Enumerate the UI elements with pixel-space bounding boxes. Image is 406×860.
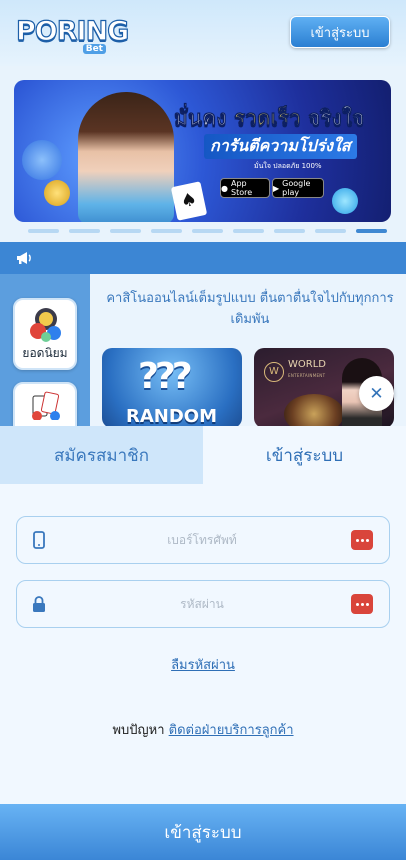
banner-small-text: มั่นใจ ปลอดภัย 100%	[254, 162, 322, 170]
google-play-label: Google play	[282, 179, 311, 197]
game-tile-random[interactable]: ??? RANDOM	[102, 348, 242, 428]
game-title: RANDOM	[126, 406, 218, 427]
logo-sub: Bet	[82, 44, 106, 54]
auth-tabs: สมัครสมาชิก เข้าสู่ระบบ	[0, 426, 406, 484]
password-input[interactable]	[57, 581, 347, 627]
banner-headline-3: จริงใจ	[308, 106, 365, 131]
poker-chip-decoration	[22, 140, 62, 180]
playing-cards-icon	[29, 390, 63, 428]
lock-icon	[31, 595, 47, 613]
carousel-dot[interactable]	[151, 229, 182, 233]
play-icon: ▶	[273, 183, 280, 193]
carousel-dot[interactable]	[28, 229, 59, 233]
banner-headline-2: รวดเร็ว	[233, 106, 301, 131]
contact-support-link[interactable]: ติดต่อฝ่ายบริการลูกค้า	[169, 723, 294, 738]
roulette-image	[284, 394, 344, 428]
poring-logo[interactable]: PORING Bet	[14, 10, 130, 56]
phone-field	[16, 516, 390, 564]
game-content: คาสิโนออนไลน์เต็มรูปแบบ ตื่นตาตื่นใจไปกั…	[90, 274, 406, 428]
help-text: พบปัญหา	[112, 723, 165, 738]
carousel-dot[interactable]	[233, 229, 264, 233]
tab-register[interactable]: สมัครสมาชิก	[0, 426, 203, 484]
carousel-dots	[28, 229, 387, 233]
game-title: WORLD	[288, 359, 326, 370]
coin-decoration	[44, 180, 70, 206]
world-emblem-icon: W	[264, 362, 284, 382]
banner-headline: มั่นคง รวดเร็ว จริงใจ	[174, 102, 365, 135]
casino-chips-icon	[29, 306, 63, 344]
phone-icon	[31, 531, 47, 549]
mascot-decoration	[332, 188, 358, 214]
megaphone-icon	[16, 251, 32, 265]
app-store-label: App Store	[230, 179, 253, 197]
category-label: ยอดนิยม	[22, 346, 68, 360]
announcement-bar[interactable]	[0, 242, 406, 274]
category-sidebar: ยอดนิยม	[0, 274, 90, 442]
banner-model-image	[78, 92, 174, 222]
banner-subheadline: การันตีความโปร่งใส	[204, 134, 357, 159]
forgot-password-link[interactable]: ลืมรหัสผ่าน	[0, 654, 406, 675]
tab-login[interactable]: เข้าสู่ระบบ	[203, 426, 406, 484]
password-field	[16, 580, 390, 628]
top-header: PORING Bet เข้าสู่ระบบ	[0, 0, 406, 66]
login-sheet: สมัครสมาชิก เข้าสู่ระบบ ลืมรหัสผ่าน พบปั…	[0, 426, 406, 860]
google-play-badge[interactable]: ▶ Google play	[272, 178, 324, 198]
close-icon[interactable]: ✕	[359, 376, 394, 411]
apple-icon: ●	[221, 183, 228, 193]
phone-input[interactable]	[57, 517, 347, 563]
carousel-dot[interactable]	[192, 229, 223, 233]
promo-banner[interactable]: ♠ มั่นคง รวดเร็ว จริงใจ การันตีความโปร่ง…	[14, 80, 391, 222]
playing-card-icon: ♠	[170, 181, 208, 221]
carousel-dot[interactable]	[69, 229, 100, 233]
carousel-dot[interactable]	[274, 229, 305, 233]
help-row: พบปัญหา ติดต่อฝ่ายบริการลูกค้า	[0, 719, 406, 740]
carousel-dot[interactable]	[315, 229, 346, 233]
app-store-badge[interactable]: ● App Store	[220, 178, 270, 198]
keyboard-icon[interactable]	[351, 594, 373, 614]
category-popular[interactable]: ยอดนิยม	[13, 298, 77, 370]
question-mark-icon: ???	[138, 356, 193, 397]
login-submit-button[interactable]: เข้าสู่ระบบ	[0, 804, 406, 860]
carousel-dot[interactable]	[110, 229, 141, 233]
keyboard-icon[interactable]	[351, 530, 373, 550]
game-subtitle: ENTERTAINMENT	[288, 373, 326, 378]
header-login-button[interactable]: เข้าสู่ระบบ	[290, 16, 390, 48]
banner-headline-1: มั่นคง	[174, 106, 227, 131]
carousel-dot-active[interactable]	[356, 229, 387, 233]
content-tagline: คาสิโนออนไลน์เต็มรูปแบบ ตื่นตาตื่นใจไปกั…	[106, 291, 394, 327]
logo-text: PORING	[15, 15, 130, 47]
